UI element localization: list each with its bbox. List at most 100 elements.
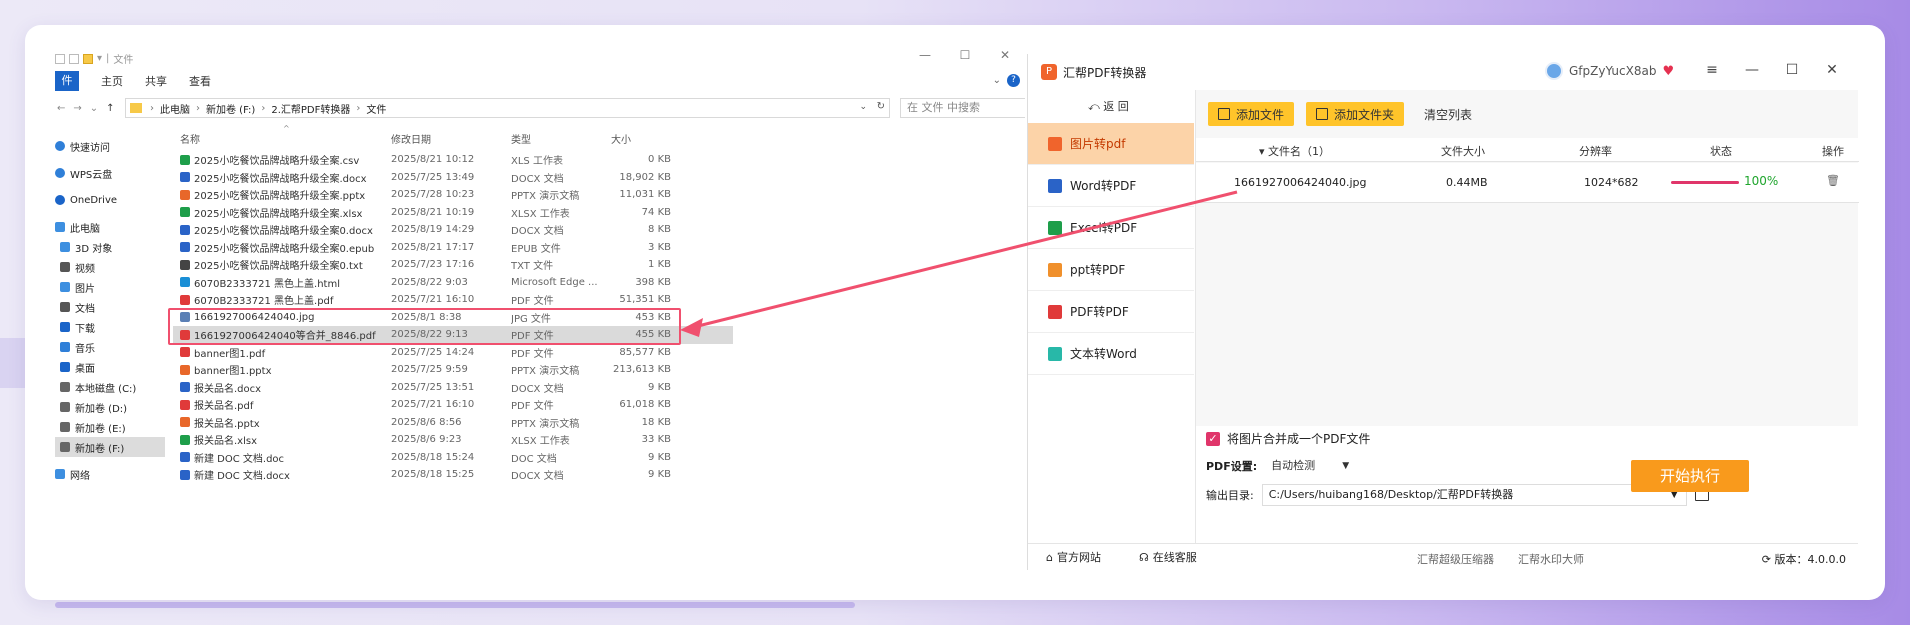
output-path-select[interactable]: C:/Users/huibang168/Desktop/汇帮PDF转换器 ▼ (1261, 484, 1687, 506)
nav-item-0[interactable]: 3D 对象 (55, 237, 175, 257)
file-row[interactable]: banner图1.pptx 2025/7/25 9:59 PPTX 演示文稿 213,… (173, 361, 733, 379)
help-icon[interactable]: ? (1007, 74, 1020, 87)
nav-item-6[interactable]: 桌面 (55, 357, 175, 377)
file-row[interactable]: 报关品名.pdf 2025/7/21 16:10 PDF 文件 61,018 KB (173, 396, 733, 414)
file-table-row[interactable]: 1661927006424040.jpg 0.44MB 1024*682 100… (1196, 163, 1859, 203)
merge-option[interactable]: ✓ 将图片合并成一个PDF文件 (1206, 430, 1370, 447)
file-row[interactable]: 新建 DOC 文档.docx 2025/8/18 15:25 DOCX 文档 9 KB (173, 466, 733, 484)
nav-item-8[interactable]: 新加卷 (D:) (55, 397, 175, 417)
maximize-icon[interactable]: ☐ (1772, 62, 1812, 78)
file-row[interactable]: 报关品名.docx 2025/7/25 13:51 DOCX 文档 9 KB (173, 379, 733, 397)
nav-network[interactable]: 网络 (55, 464, 175, 484)
chevron-down-icon: ▼ (1342, 461, 1350, 471)
official-site-link[interactable]: ⌂ 官方网站 (1046, 549, 1101, 565)
nav-quick-access[interactable]: 快速访问 (55, 136, 175, 156)
merge-checkbox[interactable]: ✓ (1206, 431, 1220, 446)
file-row[interactable]: banner图1.pdf 2025/7/25 14:24 PDF 文件 85,577 … (173, 344, 733, 362)
minimize-icon[interactable]: — (905, 48, 945, 62)
ribbon-tab-home[interactable]: 主页 (101, 73, 123, 89)
qa-dropdown-icon[interactable]: ▾ (97, 53, 102, 64)
breadcrumb-sep: › (356, 102, 361, 114)
address-dropdown-icon[interactable]: ⌄ (859, 102, 867, 112)
nav-item-5[interactable]: 音乐 (55, 337, 175, 357)
checkbox-icon[interactable] (69, 53, 79, 64)
file-row[interactable]: 2025小吃餐饮品牌战略升级全案0.docx 2025/8/19 14:29 DOC… (173, 221, 733, 239)
user-area[interactable]: GfpZyYucX8ab ♥ (1545, 62, 1674, 80)
nav-item-9[interactable]: 新加卷 (E:) (55, 417, 175, 437)
ribbon-tab-view[interactable]: 查看 (189, 73, 211, 89)
add-file-button[interactable]: 添加文件 (1208, 102, 1295, 126)
delete-trash-icon[interactable]: 🗑 (1826, 174, 1840, 187)
menu-icon[interactable]: ≡ (1692, 62, 1732, 78)
address-bar[interactable]: › 此电脑 › 新加卷 (F:) › 2.汇帮PDF转换器 › 文件 ⌄ ↻ (125, 98, 890, 118)
breadcrumb-drive-f[interactable]: 新加卷 (F:) (206, 101, 255, 116)
nav-item-7[interactable]: 本地磁盘 (C:) (55, 377, 175, 397)
compressor-link[interactable]: 汇帮超级压缩器 (1417, 551, 1494, 567)
back-arrow-icon[interactable]: ← (57, 103, 65, 114)
sidebar-item-5[interactable]: 文本转Word (1028, 333, 1194, 375)
nav-item-10[interactable]: 新加卷 (F:) (55, 437, 165, 457)
online-service-link[interactable]: ☊ 在线客服 (1139, 549, 1197, 565)
nav-item-3[interactable]: 文档 (55, 297, 175, 317)
breadcrumb-app-folder[interactable]: 2.汇帮PDF转换器 (271, 101, 350, 116)
file-row[interactable]: 6070B2333721 黑色上盖.html 2025/8/22 9:03 Micr… (173, 274, 733, 292)
col-header-name[interactable]: 名称 (173, 131, 391, 146)
start-button[interactable]: 开始执行 (1631, 460, 1749, 492)
sidebar-item-2[interactable]: Excel转PDF (1028, 207, 1194, 249)
sort-up-icon: ^ (283, 124, 290, 133)
file-row[interactable]: 2025小吃餐饮品牌战略升级全案0.txt 2025/7/23 17:16 TXT … (173, 256, 733, 274)
nav-label: 此电脑 (70, 223, 100, 235)
clear-list-button[interactable]: 清空列表 (1424, 106, 1472, 123)
file-row[interactable]: 2025小吃餐饮品牌战略升级全案.csv 2025/8/21 10:12 XLS 工… (173, 151, 733, 169)
file-row[interactable]: 报关品名.xlsx 2025/8/6 9:23 XLSX 工作表 33 KB (173, 431, 733, 449)
file-row[interactable]: 6070B2333721 黑色上盖.pdf 2025/7/21 16:10 PDF … (173, 291, 733, 309)
file-row[interactable]: 2025小吃餐饮品牌战略升级全案.docx 2025/7/25 13:49 DOCX… (173, 169, 733, 187)
file-row[interactable]: 2025小吃餐饮品牌战略升级全案.pptx 2025/7/28 10:23 PPTX… (173, 186, 733, 204)
file-name: 报关品名.pptx (194, 418, 260, 430)
refresh-icon[interactable]: ↻ (877, 101, 885, 112)
nav-item-4[interactable]: 下载 (55, 317, 175, 337)
col-header-type[interactable]: 类型 (511, 131, 611, 146)
breadcrumb-files[interactable]: 文件 (366, 101, 386, 116)
close-icon[interactable]: ✕ (985, 48, 1025, 62)
search-input[interactable]: 在 文件 中搜索 ⌕ (900, 98, 1025, 118)
version-info[interactable]: ⟳ 版本：4.0.0.0 (1762, 551, 1846, 567)
file-row[interactable]: 报关品名.pptx 2025/8/6 8:56 PPTX 演示文稿 18 KB (173, 414, 733, 432)
maximize-icon[interactable]: ☐ (945, 48, 985, 62)
close-icon[interactable]: ✕ (1812, 62, 1852, 78)
back-button[interactable]: ⤺ 返 回 (1088, 98, 1129, 114)
avatar[interactable] (1545, 62, 1563, 80)
minimize-icon[interactable]: — (1732, 62, 1772, 78)
nav-this-pc[interactable]: 此电脑 (55, 217, 175, 237)
nav-item-2[interactable]: 图片 (55, 277, 175, 297)
file-row[interactable]: 2025小吃餐饮品牌战略升级全案0.epub 2025/8/21 17:17 EPU… (173, 239, 733, 257)
sidebar-item-1[interactable]: Word转PDF (1028, 165, 1194, 207)
add-folder-button[interactable]: 添加文件夹 (1306, 102, 1405, 126)
properties-icon[interactable] (55, 53, 65, 64)
watermark-link[interactable]: 汇帮水印大师 (1518, 551, 1584, 567)
new-folder-icon[interactable] (83, 53, 93, 64)
col-header-size[interactable]: 大小 (611, 131, 671, 146)
breadcrumb-this-pc[interactable]: 此电脑 (160, 101, 190, 116)
sidebar-item-4[interactable]: PDF转PDF (1028, 291, 1194, 333)
ribbon-file-tab[interactable]: 件 (55, 71, 79, 91)
file-row[interactable]: 2025小吃餐饮品牌战略升级全案.xlsx 2025/8/21 10:19 XLSX… (173, 204, 733, 222)
pdf-setting-select[interactable]: 自动检测 ▼ (1265, 456, 1356, 476)
ribbon-expand-icon[interactable]: ⌄ (993, 75, 1001, 86)
sidebar-item-0[interactable]: 图片转pdf (1028, 123, 1194, 165)
sidebar-item-3[interactable]: ppt转PDF (1028, 249, 1194, 291)
nav-wps-cloud[interactable]: WPS云盘 (55, 163, 175, 183)
file-row[interactable]: 新建 DOC 文档.doc 2025/8/18 15:24 DOC 文档 9 KB (173, 449, 733, 467)
file-size: 9 KB (648, 451, 671, 463)
nav-item-1[interactable]: 视频 (55, 257, 175, 277)
recent-dropdown-icon[interactable]: ⌄ (90, 103, 98, 114)
file-type-icon (180, 382, 190, 393)
file-date: 2025/8/6 9:23 (391, 434, 462, 446)
col-header-date[interactable]: 修改日期 (391, 131, 511, 146)
forward-arrow-icon[interactable]: → (73, 103, 81, 114)
ribbon-tab-share[interactable]: 共享 (145, 73, 167, 89)
nav-onedrive[interactable]: OneDrive (55, 190, 175, 210)
nav-label: 3D 对象 (75, 243, 113, 255)
up-arrow-icon[interactable]: ↑ (106, 103, 114, 114)
th-filename[interactable]: ▾ 文件名（1） (1259, 143, 1330, 159)
